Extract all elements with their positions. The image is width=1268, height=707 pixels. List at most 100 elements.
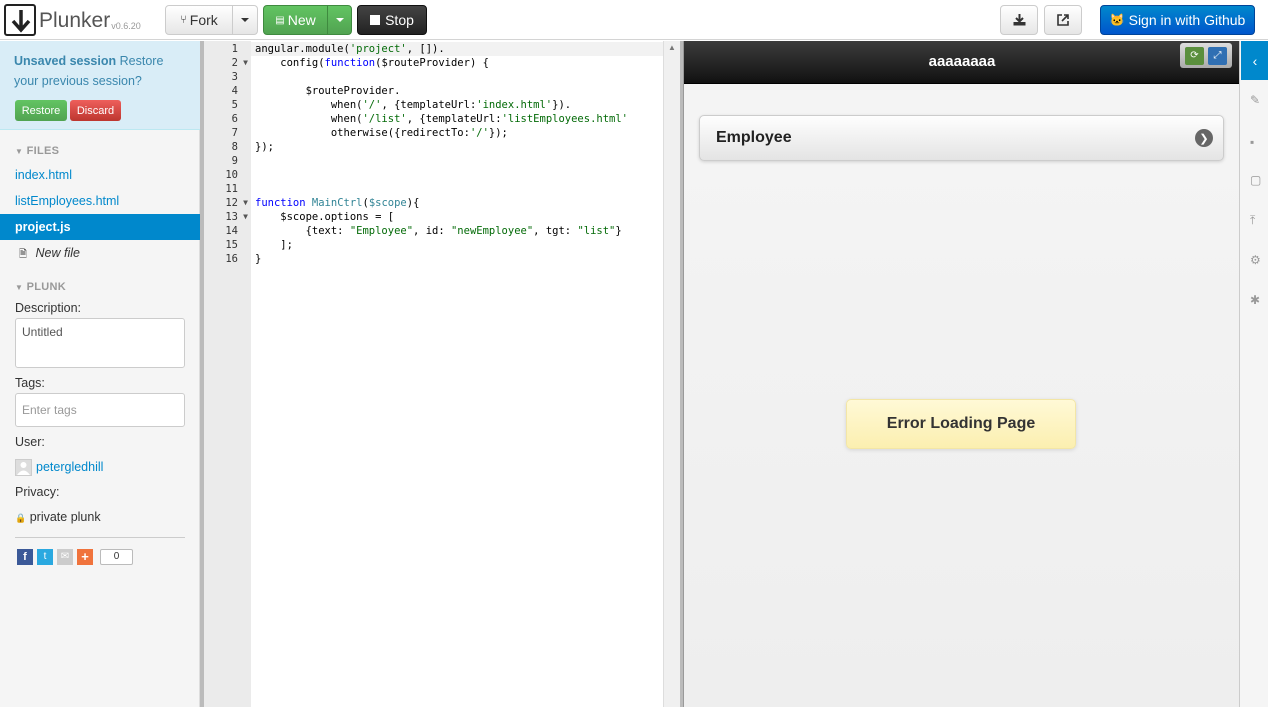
- editor-gutter: 1 2 ▼ 3 4 5 6 7 8 9 10 11 12 ▼ 13 ▼ 14 15 16: [204, 41, 251, 707]
- divider: [15, 537, 185, 538]
- line-number: 3: [231, 71, 238, 83]
- description-textarea[interactable]: Untitled: [15, 318, 185, 368]
- more-icon[interactable]: ✱: [1250, 293, 1262, 307]
- files-header-label: FILES: [26, 145, 60, 157]
- upload-icon[interactable]: ⤒: [1250, 213, 1262, 227]
- plunk-section-header[interactable]: ▼ PLUNK: [15, 281, 66, 293]
- stop-label: Stop: [385, 12, 414, 28]
- signin-label: Sign in with Github: [1128, 12, 1246, 28]
- new-file-button[interactable]: 🗎 New file: [0, 240, 200, 266]
- line-number: 6: [231, 113, 238, 125]
- settings-icon[interactable]: ⚙: [1250, 253, 1262, 267]
- description-label: Description:: [15, 301, 81, 315]
- refresh-icon[interactable]: ⟳: [1185, 46, 1204, 65]
- external-link-icon: [1057, 14, 1069, 26]
- code-line[interactable]: {text: "Employee", id: "newEmployee", tg…: [255, 224, 622, 238]
- lock-icon: 🔒: [15, 513, 27, 523]
- line-number: 7: [231, 127, 238, 139]
- app-name: Plunker: [39, 9, 111, 32]
- user-link[interactable]: petergledhill: [36, 460, 103, 474]
- line-number: 5: [231, 99, 238, 111]
- editor-scrollbar[interactable]: ▲: [663, 41, 680, 707]
- code-line[interactable]: ];: [255, 238, 293, 252]
- line-number: 10: [225, 169, 238, 181]
- line-number: 9: [231, 155, 238, 167]
- addthis-share-icon[interactable]: +: [77, 549, 93, 565]
- copy-icon[interactable]: ▢: [1250, 173, 1262, 187]
- code-line[interactable]: $routeProvider.: [255, 84, 401, 98]
- file-item-index-html[interactable]: index.html: [0, 162, 200, 188]
- chevron-down-icon: [335, 18, 344, 22]
- app-version: v0.6.20: [111, 21, 141, 31]
- right-rail: ‹ ✎ ▪ ▢ ⤒ ⚙ ✱: [1239, 41, 1268, 707]
- privacy-value-text: private plunk: [29, 510, 101, 524]
- list-icon[interactable]: ▪: [1250, 135, 1262, 149]
- line-number: 14: [225, 225, 238, 237]
- new-file-label: New file: [35, 246, 80, 260]
- caret-down-icon: ▼: [15, 147, 24, 156]
- file-item-project-js[interactable]: project.js: [0, 214, 200, 240]
- code-line[interactable]: $scope.options = [: [255, 210, 394, 224]
- collapse-chevron-icon[interactable]: ‹: [1241, 41, 1268, 80]
- new-button[interactable]: ▤ New: [263, 5, 328, 35]
- code-line[interactable]: }: [255, 252, 261, 266]
- arrow-right-icon: ❯: [1195, 129, 1213, 147]
- stop-button[interactable]: Stop: [357, 5, 427, 35]
- download-button[interactable]: [1000, 5, 1038, 35]
- restore-button[interactable]: Restore: [15, 100, 67, 121]
- tags-input[interactable]: Enter tags: [15, 393, 185, 427]
- chevron-down-icon: [241, 18, 249, 22]
- preview-header: aaaaaaaa ⟳ ⤢: [684, 41, 1240, 84]
- code-line[interactable]: });: [255, 140, 274, 154]
- fork-icon: ⑂: [180, 14, 187, 26]
- code-line[interactable]: function MainCtrl($scope){: [255, 196, 419, 210]
- facebook-share-icon[interactable]: f: [17, 549, 33, 565]
- code-line[interactable]: otherwise({redirectTo:'/'});: [255, 126, 508, 140]
- preview-pane: aaaaaaaa ⟳ ⤢ Employee ❯ Error Loading Pa…: [683, 41, 1240, 707]
- new-dropdown-button[interactable]: [327, 5, 352, 35]
- preview-title: aaaaaaaa: [928, 53, 996, 70]
- email-share-icon[interactable]: ✉: [57, 549, 73, 565]
- stop-icon: [370, 15, 381, 25]
- preview-toolbar: ⟳ ⤢: [1180, 43, 1232, 68]
- file-icon: 🗎: [19, 249, 28, 260]
- file-item-listemployees-html[interactable]: listEmployees.html: [0, 188, 200, 214]
- fold-arrow-icon[interactable]: ▼: [243, 196, 248, 210]
- file-icon: ▤: [275, 14, 285, 26]
- share-count: 0: [100, 549, 133, 565]
- tags-label: Tags:: [15, 376, 45, 390]
- plunk-header-label: PLUNK: [26, 281, 66, 293]
- code-line[interactable]: when('/list', {templateUrl:'listEmployee…: [255, 112, 628, 126]
- session-alert: Unsaved session Restore your previous se…: [0, 41, 200, 130]
- twitter-share-icon[interactable]: t: [37, 549, 53, 565]
- discard-button[interactable]: Discard: [70, 100, 121, 121]
- user-label: User:: [15, 435, 45, 449]
- code-line[interactable]: config(function($routeProvider) {: [255, 56, 489, 70]
- line-number: 15: [225, 239, 238, 251]
- line-number: 11: [225, 183, 238, 195]
- fold-arrow-icon[interactable]: ▼: [243, 56, 248, 70]
- expand-icon[interactable]: ⤢: [1208, 46, 1227, 65]
- code-line[interactable]: angular.module('project', []).: [251, 42, 663, 56]
- pencil-icon[interactable]: ✎: [1250, 93, 1262, 107]
- line-number: 12 ▼: [225, 196, 248, 210]
- line-number: 16: [225, 253, 238, 265]
- employee-list-item[interactable]: Employee ❯: [699, 115, 1224, 161]
- fork-label: Fork: [189, 12, 218, 28]
- sidebar: Unsaved session Restore your previous se…: [0, 41, 200, 707]
- open-external-button[interactable]: [1044, 5, 1082, 35]
- plunker-logo[interactable]: Plunker v0.6.20: [4, 4, 141, 36]
- line-number: 13 ▼: [225, 210, 248, 224]
- line-number: 1: [231, 43, 238, 55]
- code-editor[interactable]: angular.module('project', []). config(fu…: [251, 41, 663, 707]
- signin-github-button[interactable]: 🐱 Sign in with Github: [1100, 5, 1255, 35]
- session-title: Unsaved session: [14, 54, 117, 68]
- error-loading-message: Error Loading Page: [846, 399, 1076, 449]
- line-number: 4: [231, 85, 238, 97]
- code-line[interactable]: when('/', {templateUrl:'index.html'}).: [255, 98, 571, 112]
- fork-button[interactable]: ⑂ Fork: [165, 5, 233, 35]
- line-number: 2 ▼: [231, 56, 248, 70]
- files-section-header[interactable]: ▼ FILES: [15, 145, 59, 157]
- fold-arrow-icon[interactable]: ▼: [243, 210, 248, 224]
- fork-dropdown-button[interactable]: [232, 5, 258, 35]
